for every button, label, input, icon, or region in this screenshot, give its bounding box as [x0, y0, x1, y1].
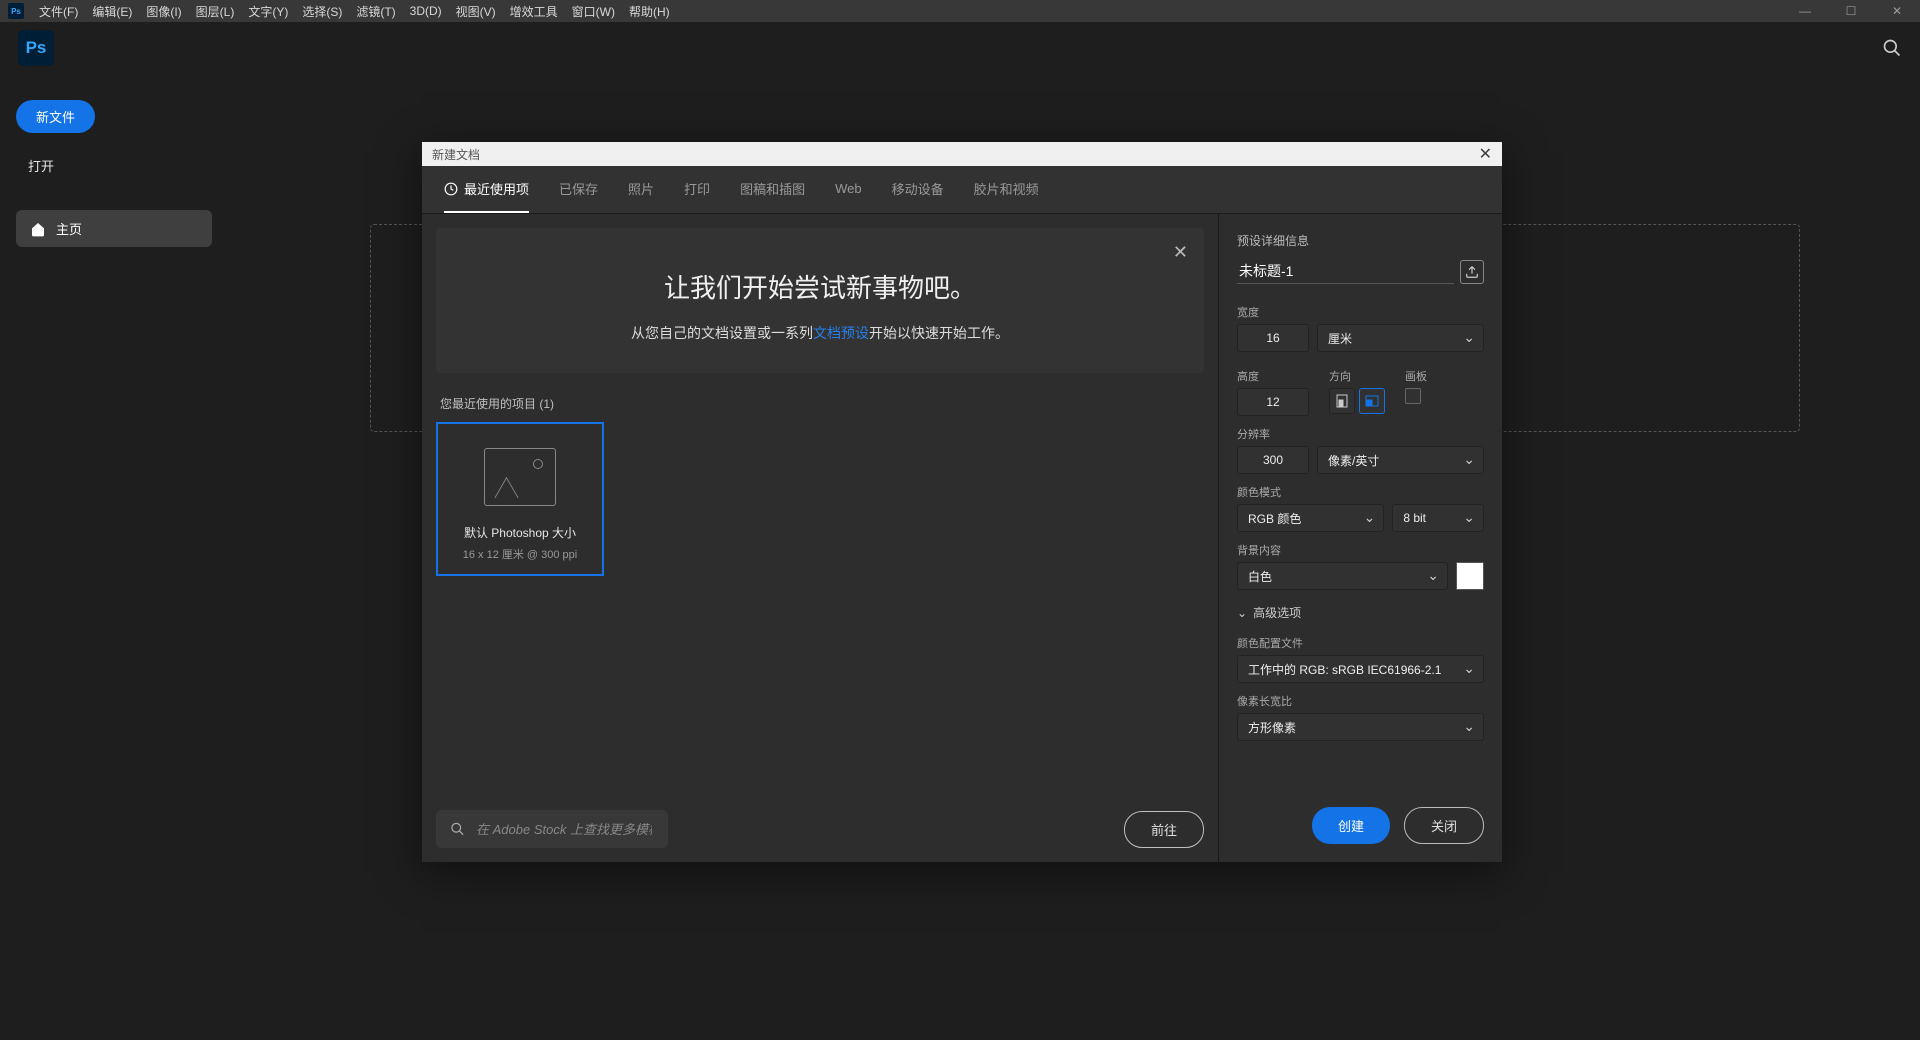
dialog-left-column: ✕ 让我们开始尝试新事物吧。 从您自己的文档设置或一系列文档预设开始以快速开始工… [422, 214, 1218, 862]
width-unit-select[interactable]: 厘米 [1317, 324, 1484, 352]
maximize-button[interactable]: ☐ [1828, 0, 1874, 22]
menu-file[interactable]: 文件(F) [32, 1, 85, 22]
artboard-label: 画板 [1405, 368, 1427, 384]
document-name-input[interactable] [1237, 259, 1454, 284]
recent-items-label: 您最近使用的项目 (1) [440, 395, 1204, 412]
tab-film[interactable]: 胶片和视频 [974, 166, 1039, 213]
close-button[interactable]: 关闭 [1404, 807, 1484, 844]
menu-view[interactable]: 视图(V) [449, 1, 503, 22]
nav-home[interactable]: 主页 [16, 210, 212, 247]
hero-banner: ✕ 让我们开始尝试新事物吧。 从您自己的文档设置或一系列文档预设开始以快速开始工… [436, 228, 1204, 373]
tab-saved[interactable]: 已保存 [559, 166, 598, 213]
home-icon [30, 221, 46, 237]
menu-window[interactable]: 窗口(W) [565, 1, 622, 22]
menu-layer[interactable]: 图层(L) [189, 1, 242, 22]
stock-search-row: 前往 [436, 810, 1204, 848]
menu-image[interactable]: 图像(I) [139, 1, 188, 22]
clock-icon [444, 182, 458, 196]
top-header: Ps [0, 22, 1920, 74]
resolution-input[interactable] [1237, 446, 1309, 474]
details-heading: 预设详细信息 [1237, 232, 1484, 249]
resolution-unit-select[interactable]: 像素/英寸 [1317, 446, 1484, 474]
open-button[interactable]: 打开 [16, 149, 186, 182]
background-label: 背景内容 [1237, 542, 1484, 558]
height-input[interactable] [1237, 388, 1309, 416]
tab-photo[interactable]: 照片 [628, 166, 654, 213]
tab-print[interactable]: 打印 [684, 166, 710, 213]
advanced-options-toggle[interactable]: ⌄ 高级选项 [1237, 604, 1484, 621]
menu-select[interactable]: 选择(S) [295, 1, 349, 22]
tab-mobile[interactable]: 移动设备 [892, 166, 944, 213]
left-panel: 新文件 打开 主页 [16, 100, 186, 247]
width-input[interactable] [1237, 324, 1309, 352]
close-window-button[interactable]: ✕ [1874, 0, 1920, 22]
ps-small-icon: Ps [8, 3, 24, 19]
dialog-close-button[interactable]: ✕ [1479, 144, 1492, 164]
menubar: Ps 文件(F) 编辑(E) 图像(I) 图层(L) 文字(Y) 选择(S) 滤… [0, 0, 1920, 22]
search-icon [450, 822, 465, 837]
orientation-portrait-button[interactable] [1329, 388, 1355, 414]
preset-title: 默认 Photoshop 大小 [450, 524, 590, 542]
menu-3d[interactable]: 3D(D) [403, 2, 449, 20]
resolution-label: 分辨率 [1237, 426, 1484, 442]
pixel-aspect-select[interactable]: 方形像素 [1237, 713, 1484, 741]
stock-go-button[interactable]: 前往 [1124, 811, 1204, 848]
artboard-checkbox[interactable] [1405, 388, 1421, 404]
dialog-body: ✕ 让我们开始尝试新事物吧。 从您自己的文档设置或一系列文档预设开始以快速开始工… [422, 214, 1502, 862]
hero-subtitle: 从您自己的文档设置或一系列文档预设开始以快速开始工作。 [470, 323, 1170, 343]
create-button[interactable]: 创建 [1312, 807, 1390, 844]
dialog-tabs: 最近使用项 已保存 照片 打印 图稿和插图 Web 移动设备 胶片和视频 [422, 166, 1502, 214]
orientation-label: 方向 [1329, 368, 1385, 384]
stock-search-input[interactable] [436, 810, 668, 848]
color-profile-label: 颜色配置文件 [1237, 635, 1484, 651]
tab-recent[interactable]: 最近使用项 [444, 166, 529, 213]
background-select[interactable]: 白色 [1237, 562, 1448, 590]
nav-home-label: 主页 [56, 219, 82, 238]
menu-plugins[interactable]: 增效工具 [503, 1, 565, 22]
new-file-button[interactable]: 新文件 [16, 100, 95, 133]
ps-logo-icon: Ps [18, 30, 54, 66]
window-controls: — ☐ ✕ [1782, 0, 1920, 22]
color-profile-select[interactable]: 工作中的 RGB: sRGB IEC61966-2.1 [1237, 655, 1484, 683]
menu-filter[interactable]: 滤镜(T) [349, 1, 402, 22]
background-swatch[interactable] [1456, 562, 1484, 590]
save-preset-icon[interactable] [1460, 260, 1484, 284]
bit-depth-select[interactable]: 8 bit [1392, 504, 1484, 532]
menu-help[interactable]: 帮助(H) [622, 1, 677, 22]
hero-title: 让我们开始尝试新事物吧。 [470, 268, 1170, 305]
hero-presets-link[interactable]: 文档预设 [813, 325, 869, 341]
minimize-button[interactable]: — [1782, 0, 1828, 22]
chevron-down-icon: ⌄ [1237, 606, 1247, 620]
tab-art[interactable]: 图稿和插图 [740, 166, 805, 213]
preset-details-panel: 预设详细信息 宽度 厘米 高度 方向 [1218, 214, 1502, 862]
width-label: 宽度 [1237, 304, 1484, 320]
orientation-landscape-button[interactable] [1359, 388, 1385, 414]
menu-edit[interactable]: 编辑(E) [85, 1, 139, 22]
hero-close-button[interactable]: ✕ [1173, 242, 1188, 263]
tab-recent-label: 最近使用项 [464, 179, 529, 198]
height-label: 高度 [1237, 368, 1309, 384]
preset-meta: 16 x 12 厘米 @ 300 ppi [450, 546, 590, 562]
menu-type[interactable]: 文字(Y) [241, 1, 295, 22]
search-icon[interactable] [1882, 38, 1902, 58]
color-mode-label: 颜色模式 [1237, 484, 1484, 500]
new-document-dialog: 新建文档 ✕ 最近使用项 已保存 照片 打印 图稿和插图 Web 移动设备 胶片… [422, 142, 1502, 862]
color-mode-select[interactable]: RGB 颜色 [1237, 504, 1384, 532]
tab-web[interactable]: Web [835, 166, 862, 213]
pixel-aspect-label: 像素长宽比 [1237, 693, 1484, 709]
dialog-titlebar: 新建文档 ✕ [422, 142, 1502, 166]
dialog-footer: 创建 关闭 [1237, 789, 1484, 844]
dialog-title: 新建文档 [432, 146, 480, 163]
preset-thumb-icon [484, 448, 556, 506]
preset-card[interactable]: 默认 Photoshop 大小 16 x 12 厘米 @ 300 ppi [436, 422, 604, 576]
